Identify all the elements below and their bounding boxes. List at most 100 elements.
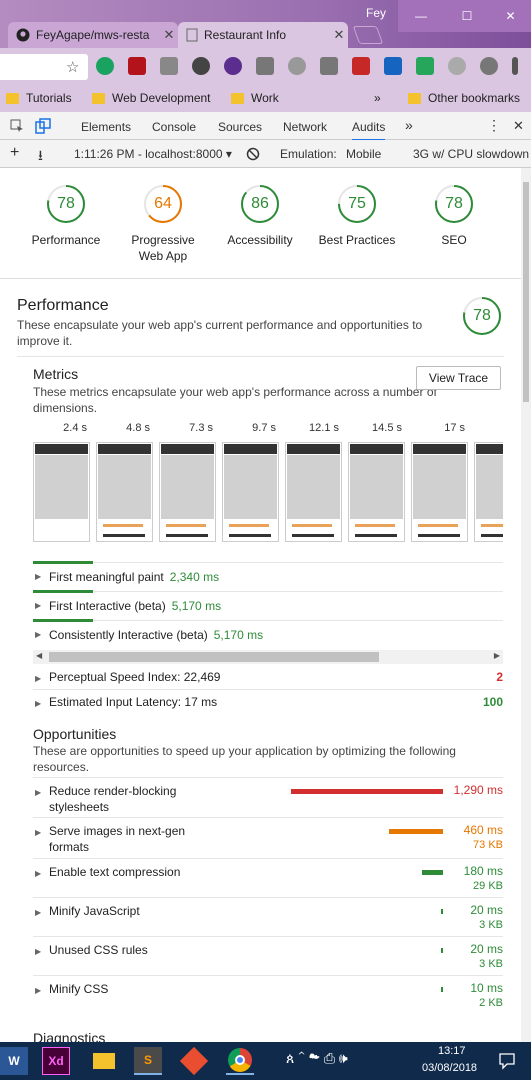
opportunity-row[interactable]: ▶ Enable text compression 180 ms 29 KB bbox=[33, 858, 503, 897]
minimize-button[interactable]: — bbox=[398, 0, 444, 32]
metric-milestone-row[interactable]: ▶ First Interactive (beta) 5,170 ms bbox=[33, 590, 503, 619]
clock-time[interactable]: 13:17 bbox=[438, 1045, 466, 1057]
opportunity-row[interactable]: ▶ Serve images in next-gen formats 460 ms 7… bbox=[33, 817, 503, 858]
scrollbar-thumb[interactable] bbox=[49, 652, 379, 662]
maximize-button[interactable]: ☐ bbox=[444, 0, 490, 32]
expand-triangle-icon[interactable]: ▶ bbox=[35, 869, 41, 878]
expand-triangle-icon[interactable]: ▶ bbox=[35, 947, 41, 956]
other-bookmarks-folder[interactable]: Other bookmarks bbox=[408, 91, 520, 105]
filmstrip-frame[interactable]: 19 bbox=[474, 422, 503, 542]
bookmark-folder-work[interactable]: Work bbox=[231, 91, 279, 105]
tab-sources[interactable]: Sources bbox=[218, 120, 262, 134]
tab-close-icon[interactable]: ✕ bbox=[160, 27, 178, 43]
clear-icon[interactable] bbox=[246, 147, 260, 161]
system-tray[interactable]: ጰ ⌃ ☁ ⎙ 🕪 bbox=[286, 1050, 348, 1067]
new-tab-button[interactable] bbox=[352, 26, 384, 44]
bookmarks-overflow-button[interactable]: » bbox=[374, 91, 381, 105]
extension-icon[interactable] bbox=[288, 57, 306, 75]
filmstrip-frame[interactable]: 14.5 s bbox=[348, 422, 405, 542]
category-gauge[interactable]: 78 SEO bbox=[409, 184, 499, 248]
bookmark-star-icon[interactable]: ☆ bbox=[66, 58, 79, 76]
score-value: 78 bbox=[473, 307, 491, 324]
metric-milestone-row[interactable]: ▶ Consistently Interactive (beta) 5,170 ms bbox=[33, 619, 503, 648]
filmstrip-frame[interactable]: 12.1 s bbox=[285, 422, 342, 542]
scroll-right-arrow-icon[interactable]: ▶ bbox=[494, 651, 500, 660]
perceptual-speed-index-row[interactable]: ▶ Perceptual Speed Index: 22,469 2 bbox=[33, 665, 503, 690]
category-gauge[interactable]: 75 Best Practices bbox=[312, 184, 402, 248]
scrollbar-thumb[interactable] bbox=[523, 182, 529, 402]
extension-icon[interactable] bbox=[96, 57, 114, 75]
file-explorer-app-icon[interactable] bbox=[90, 1047, 118, 1075]
inspect-element-icon[interactable] bbox=[10, 119, 24, 133]
estimated-input-latency-row[interactable]: ▶ Estimated Input Latency: 17 ms 100 bbox=[33, 690, 503, 715]
expand-triangle-icon[interactable]: ▶ bbox=[35, 630, 41, 639]
audit-session-select[interactable]: 1:11:26 PM - localhost:8000 ▾ bbox=[74, 147, 232, 161]
bookmark-folder-web-development[interactable]: Web Development bbox=[92, 91, 211, 105]
frame-body bbox=[98, 455, 151, 519]
new-audit-icon[interactable]: + bbox=[10, 144, 19, 162]
opportunity-row[interactable]: ▶ Reduce render-blocking stylesheets 1,290… bbox=[33, 777, 503, 818]
settings-gear-icon[interactable] bbox=[480, 57, 498, 75]
opportunity-savings-ms: 1,290 ms bbox=[453, 783, 503, 797]
opportunity-row[interactable]: ▶ Unused CSS rules 20 ms 3 KB bbox=[33, 936, 503, 975]
profile-name[interactable]: Fey bbox=[366, 6, 386, 20]
extension-icon[interactable] bbox=[192, 57, 210, 75]
expand-triangle-icon[interactable]: ▶ bbox=[35, 572, 41, 581]
download-report-icon[interactable]: ⭳ bbox=[38, 145, 43, 169]
expand-triangle-icon[interactable]: ▶ bbox=[35, 908, 41, 917]
frame-thumbnail bbox=[348, 442, 405, 542]
devtools-close-icon[interactable]: ✕ bbox=[513, 118, 524, 134]
expand-triangle-icon[interactable]: ▶ bbox=[35, 601, 41, 610]
extension-icon[interactable] bbox=[160, 57, 178, 75]
word-app-icon[interactable]: W bbox=[0, 1047, 28, 1075]
filmstrip-frame[interactable]: 2.4 s bbox=[33, 422, 90, 542]
category-gauge[interactable]: 64 Progressive Web App bbox=[118, 184, 208, 264]
expand-triangle-icon[interactable]: ▶ bbox=[35, 788, 41, 797]
extension-icon[interactable] bbox=[448, 57, 466, 75]
opportunity-row[interactable]: ▶ Minify CSS 10 ms 2 KB bbox=[33, 975, 503, 1014]
bookmark-folder-tutorials[interactable]: Tutorials bbox=[6, 91, 72, 105]
close-window-button[interactable]: ✕ bbox=[490, 0, 531, 32]
filmstrip-frame[interactable]: 9.7 s bbox=[222, 422, 279, 542]
tab-restaurant-info[interactable]: Restaurant Info ✕ bbox=[178, 22, 348, 48]
adobe-xd-app-icon[interactable]: Xd bbox=[42, 1047, 70, 1075]
chrome-app-icon[interactable] bbox=[226, 1047, 254, 1075]
expand-triangle-icon[interactable]: ▶ bbox=[35, 674, 41, 683]
tab-console[interactable]: Console bbox=[152, 120, 196, 134]
filmstrip-frame[interactable]: 4.8 s bbox=[96, 422, 153, 542]
expand-triangle-icon[interactable]: ▶ bbox=[35, 828, 41, 837]
device-toolbar-icon[interactable] bbox=[35, 118, 51, 134]
menu-icon[interactable] bbox=[512, 57, 518, 75]
tab-close-icon[interactable]: ✕ bbox=[330, 27, 348, 43]
tab-audits[interactable]: Audits bbox=[352, 120, 386, 141]
category-gauge[interactable]: 78 Performance bbox=[21, 184, 111, 248]
category-gauge[interactable]: 86 Accessibility bbox=[215, 184, 305, 248]
view-trace-button[interactable]: View Trace bbox=[416, 366, 501, 390]
devtools-menu-icon[interactable]: ⋮ bbox=[487, 117, 501, 134]
pdf-extension-icon[interactable] bbox=[128, 57, 146, 75]
tab-network[interactable]: Network bbox=[283, 120, 327, 134]
sublime-text-app-icon[interactable]: S bbox=[134, 1047, 162, 1075]
notifications-icon[interactable] bbox=[498, 1052, 516, 1070]
metric-milestone-row[interactable]: ▶ First meaningful paint 2,340 ms bbox=[33, 561, 503, 590]
tab-github[interactable]: FeyAgape/mws-resta ✕ bbox=[8, 22, 178, 48]
clock-date[interactable]: 03/08/2018 bbox=[422, 1062, 477, 1074]
expand-triangle-icon[interactable]: ▶ bbox=[35, 699, 41, 708]
extension-icon[interactable] bbox=[320, 57, 338, 75]
extension-icon[interactable] bbox=[352, 57, 370, 75]
scroll-left-arrow-icon[interactable]: ◀ bbox=[36, 651, 42, 660]
more-tabs-button[interactable]: » bbox=[405, 117, 413, 133]
sourcetree-app-icon[interactable] bbox=[179, 1046, 209, 1076]
expand-triangle-icon[interactable]: ▶ bbox=[35, 986, 41, 995]
react-devtools-icon[interactable] bbox=[224, 57, 242, 75]
filmstrip-scrollbar[interactable]: ◀ ▶ bbox=[33, 650, 503, 664]
opportunity-row[interactable]: ▶ Minify JavaScript 20 ms 3 KB bbox=[33, 897, 503, 936]
extension-icon[interactable] bbox=[256, 57, 274, 75]
filmstrip-frame[interactable]: 7.3 s bbox=[159, 422, 216, 542]
filmstrip-frame[interactable]: 17 s bbox=[411, 422, 468, 542]
extension-icon[interactable] bbox=[384, 57, 402, 75]
extension-icon[interactable] bbox=[416, 57, 434, 75]
tab-elements[interactable]: Elements bbox=[81, 120, 131, 134]
report-scrollbar[interactable] bbox=[521, 168, 531, 1042]
filmstrip[interactable]: 2.4 s 4.8 s 7.3 s 9.7 s 12.1 s 14.5 s 17 s 19 bbox=[33, 422, 503, 546]
